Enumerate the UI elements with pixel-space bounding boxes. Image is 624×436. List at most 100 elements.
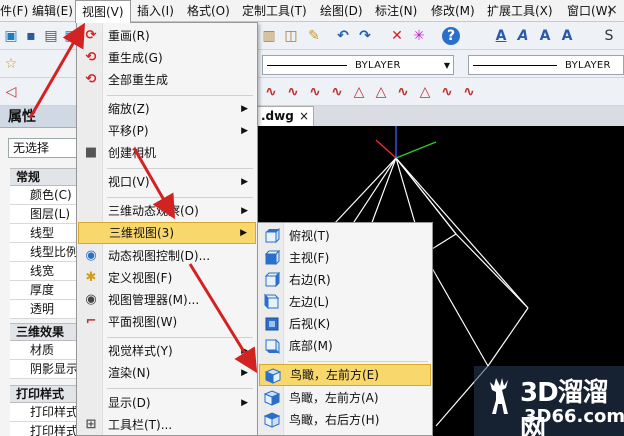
print-icon[interactable]: ▤ (42, 27, 60, 45)
menu-separator (107, 197, 253, 198)
submenu-bottom-view[interactable]: 底部(M) (259, 335, 431, 357)
drawing-tab[interactable]: .dwg × (256, 106, 314, 126)
camera-icon: ■ (84, 145, 98, 160)
text-scale-icon[interactable]: A (536, 27, 554, 45)
linetype-select[interactable]: BYLAYER ▼ (262, 55, 454, 75)
match-properties-icon[interactable]: ✎ (305, 27, 323, 45)
section-general[interactable]: 常规 (10, 168, 77, 186)
view-menu-zoom-label: 缩放(Z) (108, 102, 150, 116)
text-justify-icon[interactable]: A (558, 27, 576, 45)
menu-modify[interactable]: 修改(M) (425, 0, 481, 22)
menu-custom-tools[interactable]: 定制工具(T) (236, 0, 313, 22)
spline-icon-3[interactable]: ∿ (306, 83, 324, 101)
view-menu-viewports[interactable]: 视口(V) ▶ (78, 171, 256, 193)
drawing-tab-label: .dwg (261, 109, 294, 123)
spline-icon-8[interactable]: △ (416, 83, 434, 101)
submenu-sw-iso[interactable]: 鸟瞰，左前方(E) (259, 364, 431, 386)
spline-icon-9[interactable]: ∿ (438, 83, 456, 101)
submenu-arrow-icon: ▶ (241, 177, 248, 187)
lineweight-preview (473, 65, 557, 66)
submenu-right-view[interactable]: 右边(R) (259, 269, 431, 291)
submenu-se-iso[interactable]: 鸟瞰，左前方(A) (259, 387, 431, 409)
paste-icon[interactable]: ▥ (260, 27, 278, 45)
view-menu-define-view[interactable]: ✱ 定义视图(F) (78, 267, 256, 289)
menu-draw[interactable]: 绘图(D) (314, 0, 369, 22)
spline-icon-10[interactable]: ∿ (460, 83, 478, 101)
help-icon[interactable]: ? (442, 27, 460, 45)
section-plot-style[interactable]: 打印样式 (10, 385, 77, 403)
menu-edit[interactable]: 编辑(E) (26, 0, 79, 22)
submenu-ne-iso[interactable]: 鸟瞰，右后方(H) (259, 409, 431, 431)
delete-icon[interactable]: ✕ (388, 27, 406, 45)
view-menu-view-manager[interactable]: ◉ 视图管理器(M)... (78, 289, 256, 311)
left-view-icon (264, 294, 280, 310)
submenu-arrow-icon: ▶ (241, 206, 248, 216)
view-menu-dynamic-view[interactable]: ◉ 动态视图控制(D)... (78, 245, 256, 267)
spline-icon-1[interactable]: ∿ (262, 83, 280, 101)
spline-icon-7[interactable]: ∿ (394, 83, 412, 101)
view-menu-3d-orbit[interactable]: 三维动态观察(O) ▶ (78, 200, 256, 222)
submenu-right-view-label: 右边(R) (289, 273, 331, 287)
spline-icon-4[interactable]: ∿ (328, 83, 346, 101)
selection-dropdown[interactable]: 无选择 (8, 138, 77, 158)
save-icon[interactable]: ▪ (22, 27, 40, 45)
iso-view-icon (265, 368, 281, 384)
view-menu-regen-all[interactable]: ⟲ 全部重生成 (78, 69, 256, 91)
redo-icon[interactable]: ↷ (356, 27, 374, 45)
submenu-front-view[interactable]: 主视(F) (259, 247, 431, 269)
view-menu-create-camera[interactable]: ■ 创建相机 (78, 142, 256, 164)
view-manager-icon: ◉ (85, 292, 97, 307)
view-menu-plan-view[interactable]: ⌐ 平面视图(W) (78, 311, 256, 333)
view-menu-zoom[interactable]: 缩放(Z) ▶ (78, 98, 256, 120)
text-style-icon[interactable]: A (492, 27, 510, 45)
submenu-left-view[interactable]: 左边(L) (259, 291, 431, 313)
menu-view[interactable]: 视图(V) (75, 0, 131, 23)
prop-lineweight: 线宽 (10, 262, 77, 281)
view-menu-toolbars-label: 工具栏(T)... (108, 418, 173, 432)
right-view-icon (264, 272, 280, 288)
linetype-value: BYLAYER (355, 60, 401, 71)
style-dropdown-icon[interactable]: S (600, 27, 618, 45)
arc-icon[interactable]: ◁ (2, 83, 20, 101)
view-menu-display[interactable]: 显示(D) ▶ (78, 392, 256, 414)
spline-icon-6[interactable]: △ (372, 83, 390, 101)
layer-icon[interactable]: ☆ (2, 55, 20, 73)
bottom-view-icon (265, 338, 280, 354)
copy-icon[interactable]: ◫ (282, 27, 300, 45)
chevron-down-icon: ▼ (443, 61, 450, 70)
lineweight-select[interactable]: BYLAYER (468, 55, 624, 75)
view-menu-visual-styles[interactable]: 视觉样式(Y) ▶ (78, 340, 256, 362)
menu-bar: 件(F) 编辑(E) 视图(V) 插入(I) 格式(O) 定制工具(T) 绘图(… (0, 0, 624, 23)
view-menu-redraw[interactable]: ⟳ 重画(R) (78, 25, 256, 47)
section-3d-effects[interactable]: 三维效果 (10, 323, 77, 341)
view-menu-regen-label: 重生成(G) (108, 51, 163, 65)
view-menu-render[interactable]: 渲染(N) ▶ (78, 362, 256, 384)
view-menu-pan-label: 平移(P) (108, 124, 149, 138)
erase-icon[interactable]: ✳ (410, 27, 428, 45)
view-menu-3d-views[interactable]: 三维视图(3) ▶ (78, 222, 256, 244)
submenu-sw-iso-label: 鸟瞰，左前方(E) (290, 368, 379, 382)
menu-extension-tools[interactable]: 扩展工具(X) (481, 0, 559, 22)
menu-separator (107, 337, 253, 338)
submenu-back-view[interactable]: 后视(K) (259, 313, 431, 335)
iso-view-icon (264, 390, 280, 406)
submenu-top-view[interactable]: 俯视(T) (259, 225, 431, 247)
undo-icon[interactable]: ↶ (334, 27, 352, 45)
spline-icon-5[interactable]: △ (350, 83, 368, 101)
menu-separator (107, 95, 253, 96)
close-icon[interactable]: × (299, 107, 309, 126)
menu-dimension[interactable]: 标注(N) (369, 0, 423, 22)
redraw-icon: ⟳ (85, 28, 97, 43)
view-menu-render-label: 渲染(N) (108, 366, 151, 380)
toolbar-icon: ⊞ (85, 417, 97, 432)
view-menu-toolbars[interactable]: ⊞ 工具栏(T)... (78, 414, 256, 436)
menu-insert[interactable]: 插入(I) (131, 0, 180, 22)
menu-format[interactable]: 格式(O) (181, 0, 236, 22)
view-menu-pan[interactable]: 平移(P) ▶ (78, 120, 256, 142)
view-menu-display-label: 显示(D) (108, 396, 151, 410)
view-menu-regen[interactable]: ⟲ 重生成(G) (78, 47, 256, 69)
close-icon[interactable]: × (604, 2, 620, 18)
text-edit-icon[interactable]: A (514, 27, 532, 45)
spline-icon-2[interactable]: ∿ (284, 83, 302, 101)
new-icon[interactable]: ▣ (2, 27, 20, 45)
